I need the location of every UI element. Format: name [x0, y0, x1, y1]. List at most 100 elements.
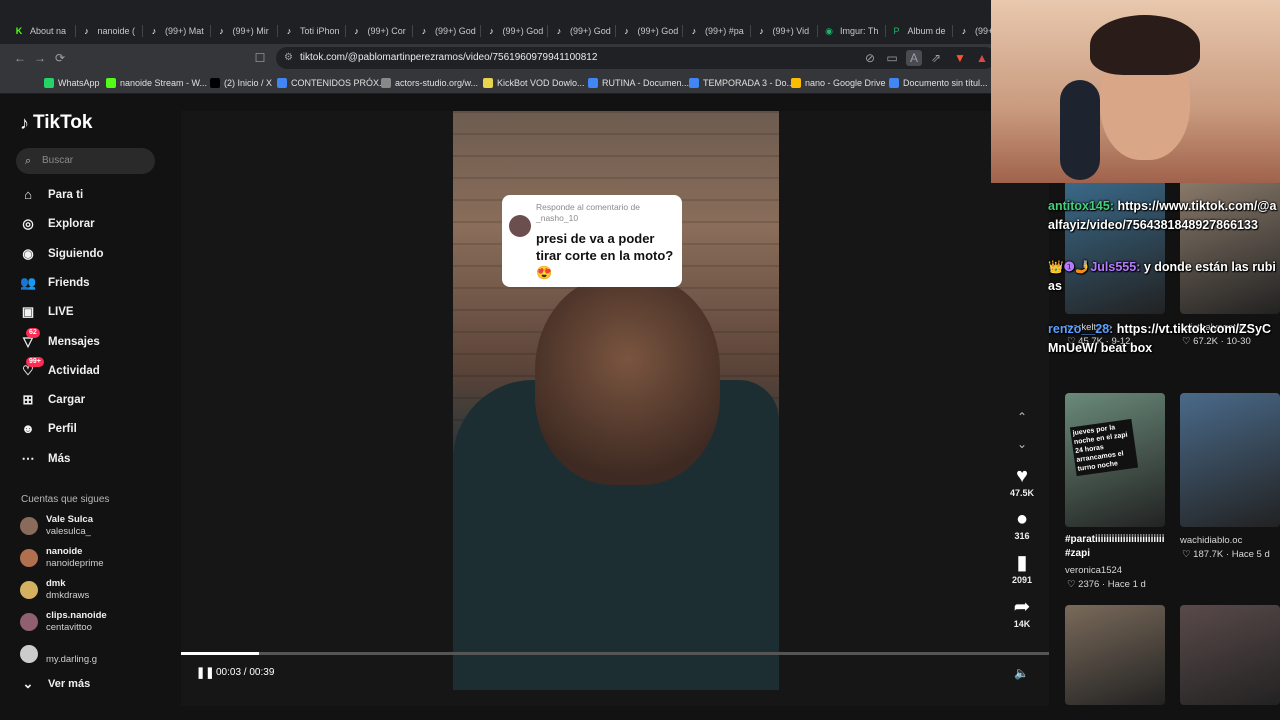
reply-label: Responde al comentario de _nasho_10 [536, 202, 640, 223]
reload-icon[interactable]: ⟳ [52, 50, 68, 66]
followed-account[interactable]: dmk dmkdraws [20, 575, 89, 605]
bookmark-item[interactable]: TEMPORADA 3 - Do... [689, 76, 794, 90]
tab-separator [817, 25, 818, 37]
screen-icon[interactable]: ▭ [884, 50, 900, 66]
like-button[interactable]: ♥ 47.5K [1010, 465, 1034, 499]
account-name: clips.nanoide [46, 610, 107, 621]
video-thumbnail[interactable] [1065, 605, 1165, 705]
bookmark-item[interactable]: RUTINA - Documen... [588, 76, 689, 90]
bookmark-icon[interactable]: ☐ [252, 50, 268, 66]
share-icon[interactable]: ⇗ [928, 50, 944, 66]
bookmark-item[interactable]: nano - Google Drive [791, 76, 886, 90]
browser-tab[interactable]: ◉ Imgur: Th [824, 22, 886, 40]
tiktok-icon: ♪ [219, 26, 224, 36]
bookmark-item[interactable]: KickBot VOD Dowlo... [483, 76, 585, 90]
browser-tab[interactable]: ♪ (99+) #pa [689, 22, 751, 40]
brave-shield-icon[interactable]: ▼ [952, 50, 968, 66]
browser-tab[interactable]: ♪ (99+) God [622, 22, 683, 40]
progress-fill [181, 652, 260, 655]
bookmark-favicon-icon [277, 78, 287, 88]
chat-message: renzo__28: https://vt.tiktok.com/ZSyCMnU… [1048, 320, 1278, 358]
bookmark-item[interactable]: actors-studio.org/w... [381, 76, 478, 90]
nav-label: Siguiendo [48, 247, 104, 260]
search-icon: ⌕ [25, 155, 32, 167]
tiktok-icon: ♪ [421, 26, 427, 36]
tab-label: (99+) Cor [367, 26, 406, 36]
bookmark-item[interactable]: nanoide Stream - W... [106, 76, 207, 90]
video-thumbnail[interactable]: jueves por la noche en el zapi 24 horas … [1065, 393, 1165, 527]
nav-item-perfil[interactable]: ☻ Perfil [20, 419, 77, 439]
video-progress-bar[interactable] [181, 652, 1049, 655]
bookmark-item[interactable]: Documento sin títul... [889, 76, 988, 90]
nav-item-cargar[interactable]: ⊞ Cargar [20, 390, 86, 410]
nav-item-mensajes[interactable]: ▽ 62 Mensajes [20, 327, 100, 352]
nav-item-explorar[interactable]: ◎ Explorar [20, 214, 94, 234]
followed-account[interactable]: ㅤ my.darling.g [20, 639, 97, 669]
k-icon: K [15, 26, 23, 36]
browser-tab[interactable]: P Album de [892, 22, 953, 40]
volume-icon[interactable]: 🔈 [1014, 666, 1029, 680]
account-name: nanoide [46, 546, 83, 557]
bookmark-item[interactable]: WhatsApp [44, 76, 100, 90]
video-author[interactable]: veronica1524 [1065, 565, 1122, 576]
followed-account[interactable]: clips.nanoide centavittoo [20, 607, 107, 637]
tiktok-icon: ♪ [151, 26, 157, 36]
cast-icon[interactable]: ⊘ [862, 50, 878, 66]
back-icon[interactable]: ← [12, 50, 28, 66]
browser-tab[interactable]: ♪ (99+) God [554, 22, 616, 40]
heart-outline-icon: ♡ [1067, 579, 1079, 590]
nav-item-más[interactable]: ⋯ Más [20, 449, 71, 469]
tab-separator [142, 25, 143, 37]
followed-account[interactable]: Vale Sulca valesulca_ [20, 511, 93, 541]
browser-tab[interactable]: ♪ nanoide ( [82, 22, 143, 40]
next-video-icon[interactable]: ⌄ [1014, 436, 1030, 452]
video-thumbnail[interactable] [1180, 393, 1280, 527]
forward-icon[interactable]: → [32, 50, 48, 66]
tiktok-icon: ♪ [489, 26, 494, 36]
tab-label: Imgur: Th [840, 26, 879, 36]
browser-tab[interactable]: K About na [14, 22, 76, 40]
bookmark-item[interactable]: CONTENIDOS PRÓX... [277, 76, 387, 90]
translate-icon[interactable]: A [906, 50, 922, 66]
account-text: Vale Sulca valesulca_ [46, 514, 93, 538]
save-button[interactable]: ▮ 2091 [1010, 552, 1034, 586]
comment-button[interactable]: ● 316 [1010, 508, 1034, 542]
site-info-icon[interactable]: ⚙ [284, 47, 293, 69]
browser-tab[interactable]: ♪ (99+) Mir [217, 22, 278, 40]
bookmark-favicon-icon [381, 78, 391, 88]
tab-label: About na [30, 26, 67, 36]
chat-message: antitox145: https://www.tiktok.com/@aalf… [1048, 197, 1278, 235]
browser-tab[interactable]: ♪ (99+) Mat [149, 22, 211, 40]
see-more-button[interactable]: ⌄ Ver más [20, 674, 91, 694]
browser-tab[interactable]: ♪ (99+) Vid [757, 22, 818, 40]
video-author[interactable]: wachidiablo.oc [1180, 535, 1242, 546]
brave-rewards-icon[interactable]: ▲ [974, 50, 990, 66]
tiktok-logo[interactable]: ♪ TikTok [20, 112, 92, 134]
nav-item-friends[interactable]: 👥 Friends [20, 273, 90, 293]
nav-item-para-ti[interactable]: ⌂ Para ti [20, 185, 83, 205]
video-thumbnail[interactable] [1180, 605, 1280, 705]
nav-item-actividad[interactable]: ♡ 99+ Actividad [20, 356, 100, 381]
browser-tab[interactable]: ♪ (99+) Cor [352, 22, 413, 40]
nav-item-live[interactable]: ▣ LIVE [20, 302, 74, 322]
comment-count: 316 [1014, 531, 1030, 541]
video-title[interactable]: #paratiiiiiiiiiiiiiiiiiiiiiiiii #zapi [1065, 533, 1167, 561]
nav-item-siguiendo[interactable]: ◉ Siguiendo [20, 244, 104, 264]
bookmark-item[interactable]: (2) Inicio / X [210, 76, 272, 90]
pause-icon[interactable]: ❚❚ [196, 666, 214, 679]
browser-tab[interactable]: ♪ (99+) God [487, 22, 548, 40]
see-more-label: Ver más [48, 678, 91, 690]
tiktok-icon: ♪ [961, 26, 967, 36]
followed-account[interactable]: nanoide nanoideprime [20, 543, 104, 573]
search-input[interactable]: ⌕ Buscar [16, 148, 155, 174]
like-count: 47.5K [1010, 488, 1035, 498]
search-placeholder: Buscar [42, 155, 74, 166]
browser-tab[interactable]: ♪ Toti iPhon [284, 22, 346, 40]
share-button[interactable]: ➦ 14K [1010, 596, 1034, 630]
avatar [20, 581, 38, 599]
tab-separator [277, 25, 278, 37]
previous-video-icon[interactable]: ⌃ [1014, 409, 1030, 425]
bookmark-label: nanoide Stream - W... [120, 78, 208, 88]
current-time: 00:03 [216, 667, 242, 678]
browser-tab[interactable]: ♪ (99+) God [419, 22, 481, 40]
